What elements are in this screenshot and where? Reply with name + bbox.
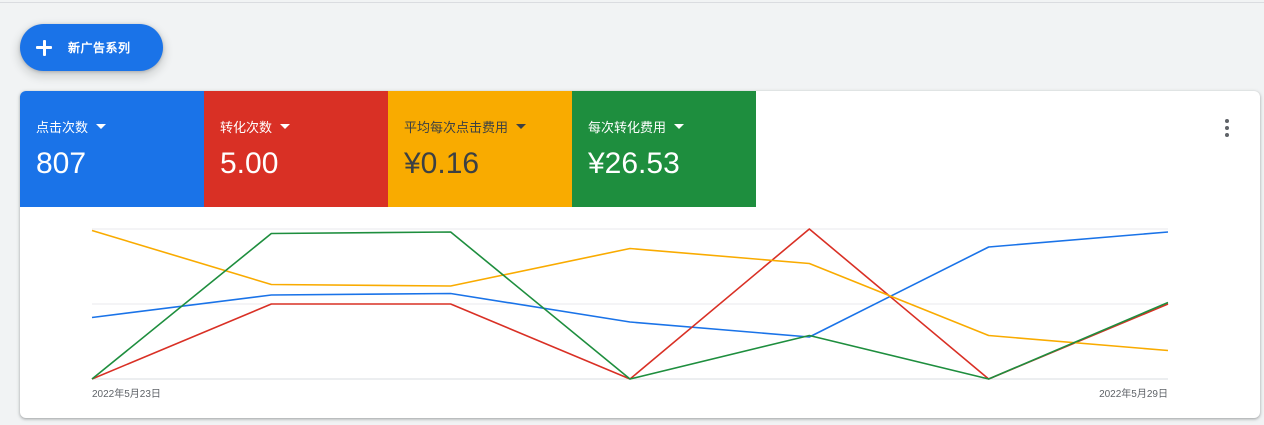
metric-tiles: 点击次数 807 转化次数 5.00 平均每次点击费用 ¥0.16 每次转化费用 [20,91,756,207]
metric-tile-conversions[interactable]: 转化次数 5.00 [204,91,388,207]
metric-label-avg-cpc: 平均每次点击费用 [404,120,509,135]
top-divider [0,2,1264,3]
metric-value-clicks: 807 [36,147,87,180]
series-line-cost-per-conv [91,231,1169,380]
metric-header: 点击次数 [36,117,204,136]
performance-card: 点击次数 807 转化次数 5.00 平均每次点击费用 ¥0.16 每次转化费用 [20,91,1260,418]
metric-tile-cost-per-conv[interactable]: 每次转化费用 ¥26.53 [572,91,756,207]
plus-icon [34,38,54,58]
metric-header: 每次转化费用 [588,117,756,136]
x-tick-label: 2022年5月29日 [1099,387,1168,400]
more-vert-icon[interactable] [1219,118,1235,138]
new-campaign-label: 新广告系列 [68,41,131,55]
new-campaign-button[interactable]: 新广告系列 [20,24,163,71]
metric-label-conversions: 转化次数 [220,120,273,135]
metric-tile-clicks[interactable]: 点击次数 807 [20,91,204,207]
dropdown-caret-icon[interactable] [96,124,107,129]
metric-value-avg-cpc: ¥0.16 [404,147,480,180]
performance-line-chart: 2022年5月23日 2022年5月29日 [91,228,1169,400]
metric-value-cost-per-conv: ¥26.53 [588,147,680,180]
metric-header: 平均每次点击费用 [404,117,572,136]
dropdown-caret-icon[interactable] [674,124,685,129]
dropdown-caret-icon[interactable] [516,124,527,129]
dropdown-caret-icon[interactable] [280,124,291,129]
metric-value-conversions: 5.00 [220,147,279,180]
metric-tile-avg-cpc[interactable]: 平均每次点击费用 ¥0.16 [388,91,572,207]
metric-label-cost-per-conv: 每次转化费用 [588,120,667,135]
metric-header: 转化次数 [220,117,388,136]
x-tick-label: 2022年5月23日 [92,387,161,400]
metric-label-clicks: 点击次数 [36,120,89,135]
